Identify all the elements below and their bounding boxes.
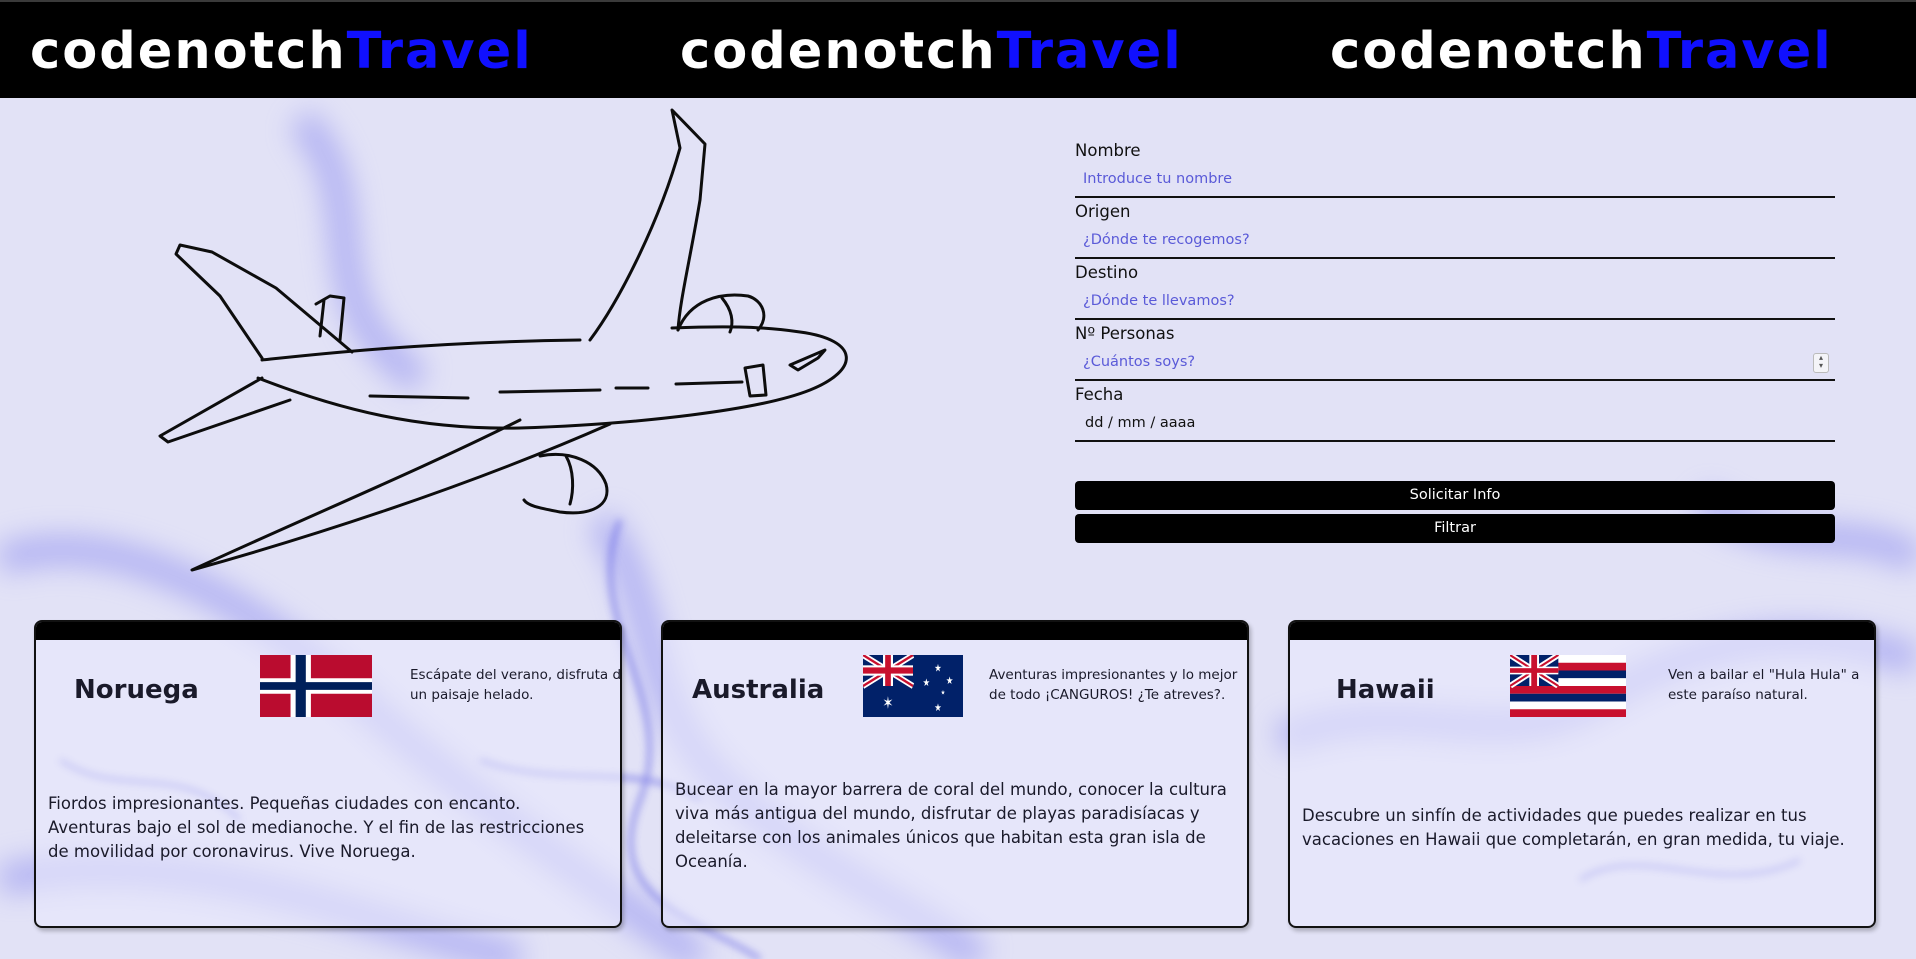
date-label: Fecha xyxy=(1075,385,1124,404)
logo-text-white: codenotch xyxy=(30,22,347,81)
card-description: Fiordos impresionantes. Pequeñas ciudade… xyxy=(48,794,585,861)
destination-card-hawaii[interactable]: Hawaii Ven a bailar el "Hula Hula" a est… xyxy=(1288,620,1876,928)
people-label: Nº Personas xyxy=(1075,324,1175,343)
card-header-strip xyxy=(1290,622,1874,640)
people-input[interactable] xyxy=(1075,345,1835,381)
card-title: Hawaii xyxy=(1336,675,1435,705)
destination-card-australia[interactable]: Australia ✶ ★ ★ ★ ★ ★ Aventuras impresio… xyxy=(661,620,1249,928)
australia-flag-icon: ✶ ★ ★ ★ ★ ★ xyxy=(863,655,963,717)
origin-input[interactable] xyxy=(1075,223,1835,259)
svg-text:★: ★ xyxy=(923,677,930,689)
airplane-sketch-icon xyxy=(158,108,848,572)
logo[interactable]: codenotchTravel xyxy=(30,22,533,82)
logo-text-white: codenotch xyxy=(1330,22,1647,81)
people-field-group: Nº Personas ▴▾ xyxy=(1075,323,1835,384)
svg-text:✶: ✶ xyxy=(882,693,893,713)
card-tagline: Aventuras impresionantes y lo mejor de t… xyxy=(989,667,1238,703)
name-input[interactable] xyxy=(1075,162,1835,198)
number-spinner-icon[interactable]: ▴ ▾ xyxy=(1813,353,1829,373)
name-field-group: Nombre xyxy=(1075,140,1835,201)
destination-card-norway[interactable]: Noruega Escápate del verano, disfruta de… xyxy=(34,620,622,928)
origin-label: Origen xyxy=(1075,202,1131,221)
logo-text-blue: Travel xyxy=(346,22,533,81)
card-description: Bucear en la mayor barrera de coral del … xyxy=(675,780,1227,871)
logo-text-blue: Travel xyxy=(996,22,1183,81)
origin-field-group: Origen xyxy=(1075,201,1835,262)
logo[interactable]: codenotchTravel xyxy=(680,22,1183,82)
destination-input[interactable] xyxy=(1075,284,1835,320)
card-title: Australia xyxy=(692,675,825,705)
svg-text:★: ★ xyxy=(934,663,941,675)
filter-button[interactable]: Filtrar xyxy=(1075,514,1835,543)
card-title: Noruega xyxy=(74,675,199,705)
name-label: Nombre xyxy=(1075,141,1141,160)
date-field-group: Fecha xyxy=(1075,384,1835,445)
hawaii-flag-icon xyxy=(1510,655,1626,717)
svg-text:★: ★ xyxy=(946,675,953,687)
card-tagline: Ven a bailar el "Hula Hula" a este paraí… xyxy=(1668,667,1860,703)
card-tagline: Escápate del verano, disfruta de un pais… xyxy=(410,667,622,703)
svg-text:★: ★ xyxy=(934,702,941,714)
destination-label: Destino xyxy=(1075,263,1139,282)
logo-text-blue: Travel xyxy=(1646,22,1833,81)
card-header-strip xyxy=(36,622,620,640)
card-header-strip xyxy=(663,622,1247,640)
logo[interactable]: codenotchTravel xyxy=(1330,22,1833,82)
logo-text-white: codenotch xyxy=(680,22,997,81)
header-bar: codenotchTravel codenotchTravel codenotc… xyxy=(0,0,1916,98)
date-input[interactable] xyxy=(1075,406,1835,442)
norway-flag-icon xyxy=(260,655,372,717)
svg-text:★: ★ xyxy=(941,689,945,697)
booking-form: Nombre Origen Destino Nº Personas ▴▾ Fec… xyxy=(1075,140,1835,543)
destination-field-group: Destino xyxy=(1075,262,1835,323)
card-description: Descubre un sinfín de actividades que pu… xyxy=(1302,806,1845,849)
request-info-button[interactable]: Solicitar Info xyxy=(1075,481,1835,510)
